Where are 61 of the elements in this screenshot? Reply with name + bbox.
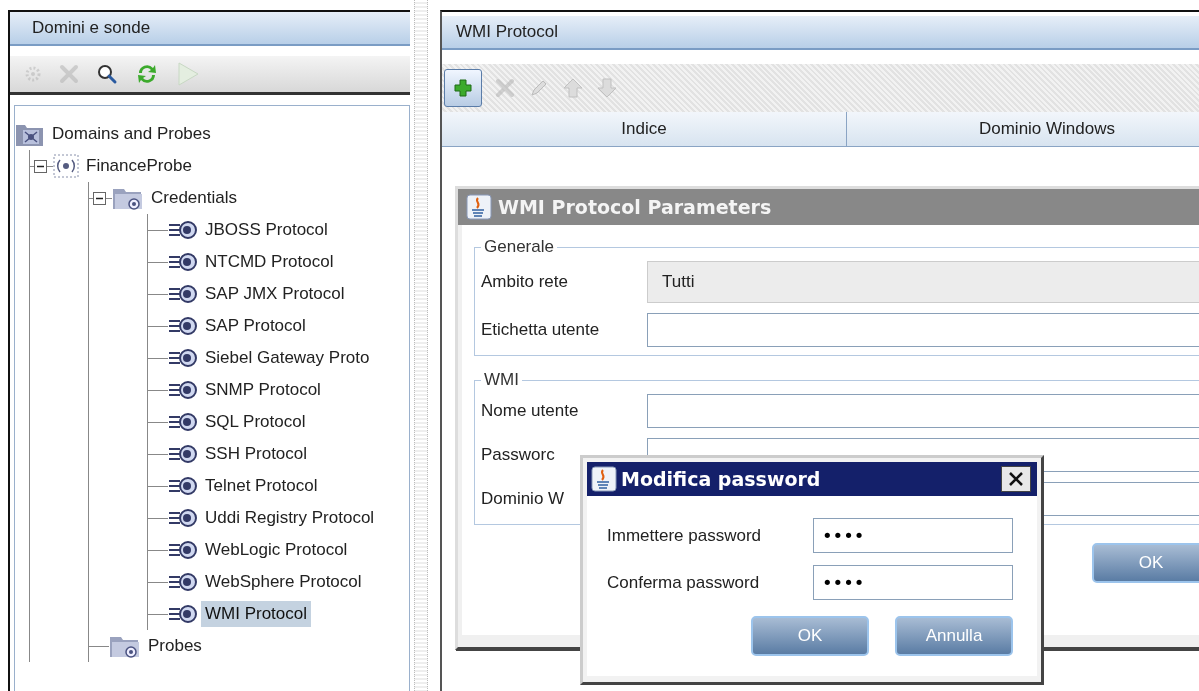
protocol-icon bbox=[168, 315, 198, 337]
input-field[interactable]: Tutti bbox=[647, 261, 1199, 303]
tree-item[interactable]: SSH Protocol bbox=[201, 441, 312, 467]
password-field[interactable]: •••• bbox=[813, 518, 1013, 553]
tree-item[interactable]: WMI Protocol bbox=[201, 601, 312, 627]
group-label: WMI bbox=[483, 370, 520, 390]
panel-header: Domini e sonde bbox=[10, 12, 410, 46]
tree-item[interactable]: SNMP Protocol bbox=[201, 377, 325, 403]
splitter[interactable] bbox=[414, 0, 428, 691]
protocol-icon bbox=[168, 507, 198, 529]
protocol-icon bbox=[168, 603, 198, 625]
field-label: Ambito rete bbox=[481, 272, 569, 292]
tree-item[interactable]: WebSphere Protocol bbox=[201, 569, 366, 595]
password-field[interactable]: •••• bbox=[813, 565, 1013, 600]
app-icon bbox=[591, 466, 617, 492]
protocol-icon bbox=[168, 571, 198, 593]
search-icon[interactable] bbox=[96, 63, 118, 85]
column-header[interactable]: Indice bbox=[442, 112, 847, 146]
collapse-icon[interactable] bbox=[34, 159, 47, 173]
input-field[interactable] bbox=[647, 394, 1199, 428]
panel-header: WMI Protocol bbox=[442, 16, 1199, 50]
protocol-icon bbox=[168, 475, 198, 497]
protocol-icon bbox=[168, 283, 198, 305]
column-header[interactable]: Dominio Windows bbox=[847, 112, 1199, 146]
tree-item[interactable]: SAP JMX Protocol bbox=[201, 281, 349, 307]
tree-item[interactable]: Siebel Gateway Proto bbox=[201, 345, 374, 371]
protocol-icon bbox=[168, 379, 198, 401]
group-label: Generale bbox=[483, 237, 555, 257]
tree-item[interactable]: Telnet Protocol bbox=[201, 473, 322, 499]
collapse-icon[interactable] bbox=[93, 191, 106, 205]
tree-item[interactable]: SAP Protocol bbox=[201, 313, 310, 339]
dialog-title: Modifica password bbox=[621, 468, 822, 490]
input-field[interactable] bbox=[647, 313, 1199, 347]
tree-item[interactable]: SQL Protocol bbox=[201, 409, 310, 435]
tree-item[interactable]: NTCMD Protocol bbox=[201, 249, 338, 275]
protocol-icon bbox=[168, 443, 198, 465]
probe-icon bbox=[53, 154, 79, 178]
add-icon bbox=[453, 78, 473, 98]
field-label: Immettere password bbox=[607, 525, 762, 546]
tree-item[interactable]: Credentials bbox=[147, 185, 241, 211]
field-label: Passworc bbox=[481, 445, 556, 465]
field-label: Nome utente bbox=[481, 401, 580, 421]
dialog-title: WMI Protocol Parameters bbox=[498, 196, 772, 218]
close-button[interactable] bbox=[1001, 466, 1031, 492]
tree-item[interactable]: WebLogic Protocol bbox=[201, 537, 352, 563]
protocol-icon bbox=[168, 251, 198, 273]
protocol-icon bbox=[168, 539, 198, 561]
field-label: Etichetta utente bbox=[481, 320, 601, 340]
tree-item[interactable]: Domains and Probes bbox=[48, 121, 215, 147]
field-label: Dominio W bbox=[481, 489, 566, 509]
tree-item[interactable]: JBOSS Protocol bbox=[201, 217, 332, 243]
protocol-icon bbox=[168, 219, 198, 241]
tree-item[interactable]: Probes bbox=[144, 633, 206, 659]
protocol-icon bbox=[168, 347, 198, 369]
field-label: Conferma password bbox=[607, 572, 761, 593]
add-button[interactable] bbox=[444, 69, 482, 107]
tree-item[interactable]: Uddi Registry Protocol bbox=[201, 505, 379, 531]
tree-item[interactable]: FinanceProbe bbox=[82, 153, 196, 179]
protocol-icon bbox=[168, 411, 198, 433]
close-icon bbox=[1008, 471, 1024, 487]
app-icon bbox=[466, 194, 492, 220]
